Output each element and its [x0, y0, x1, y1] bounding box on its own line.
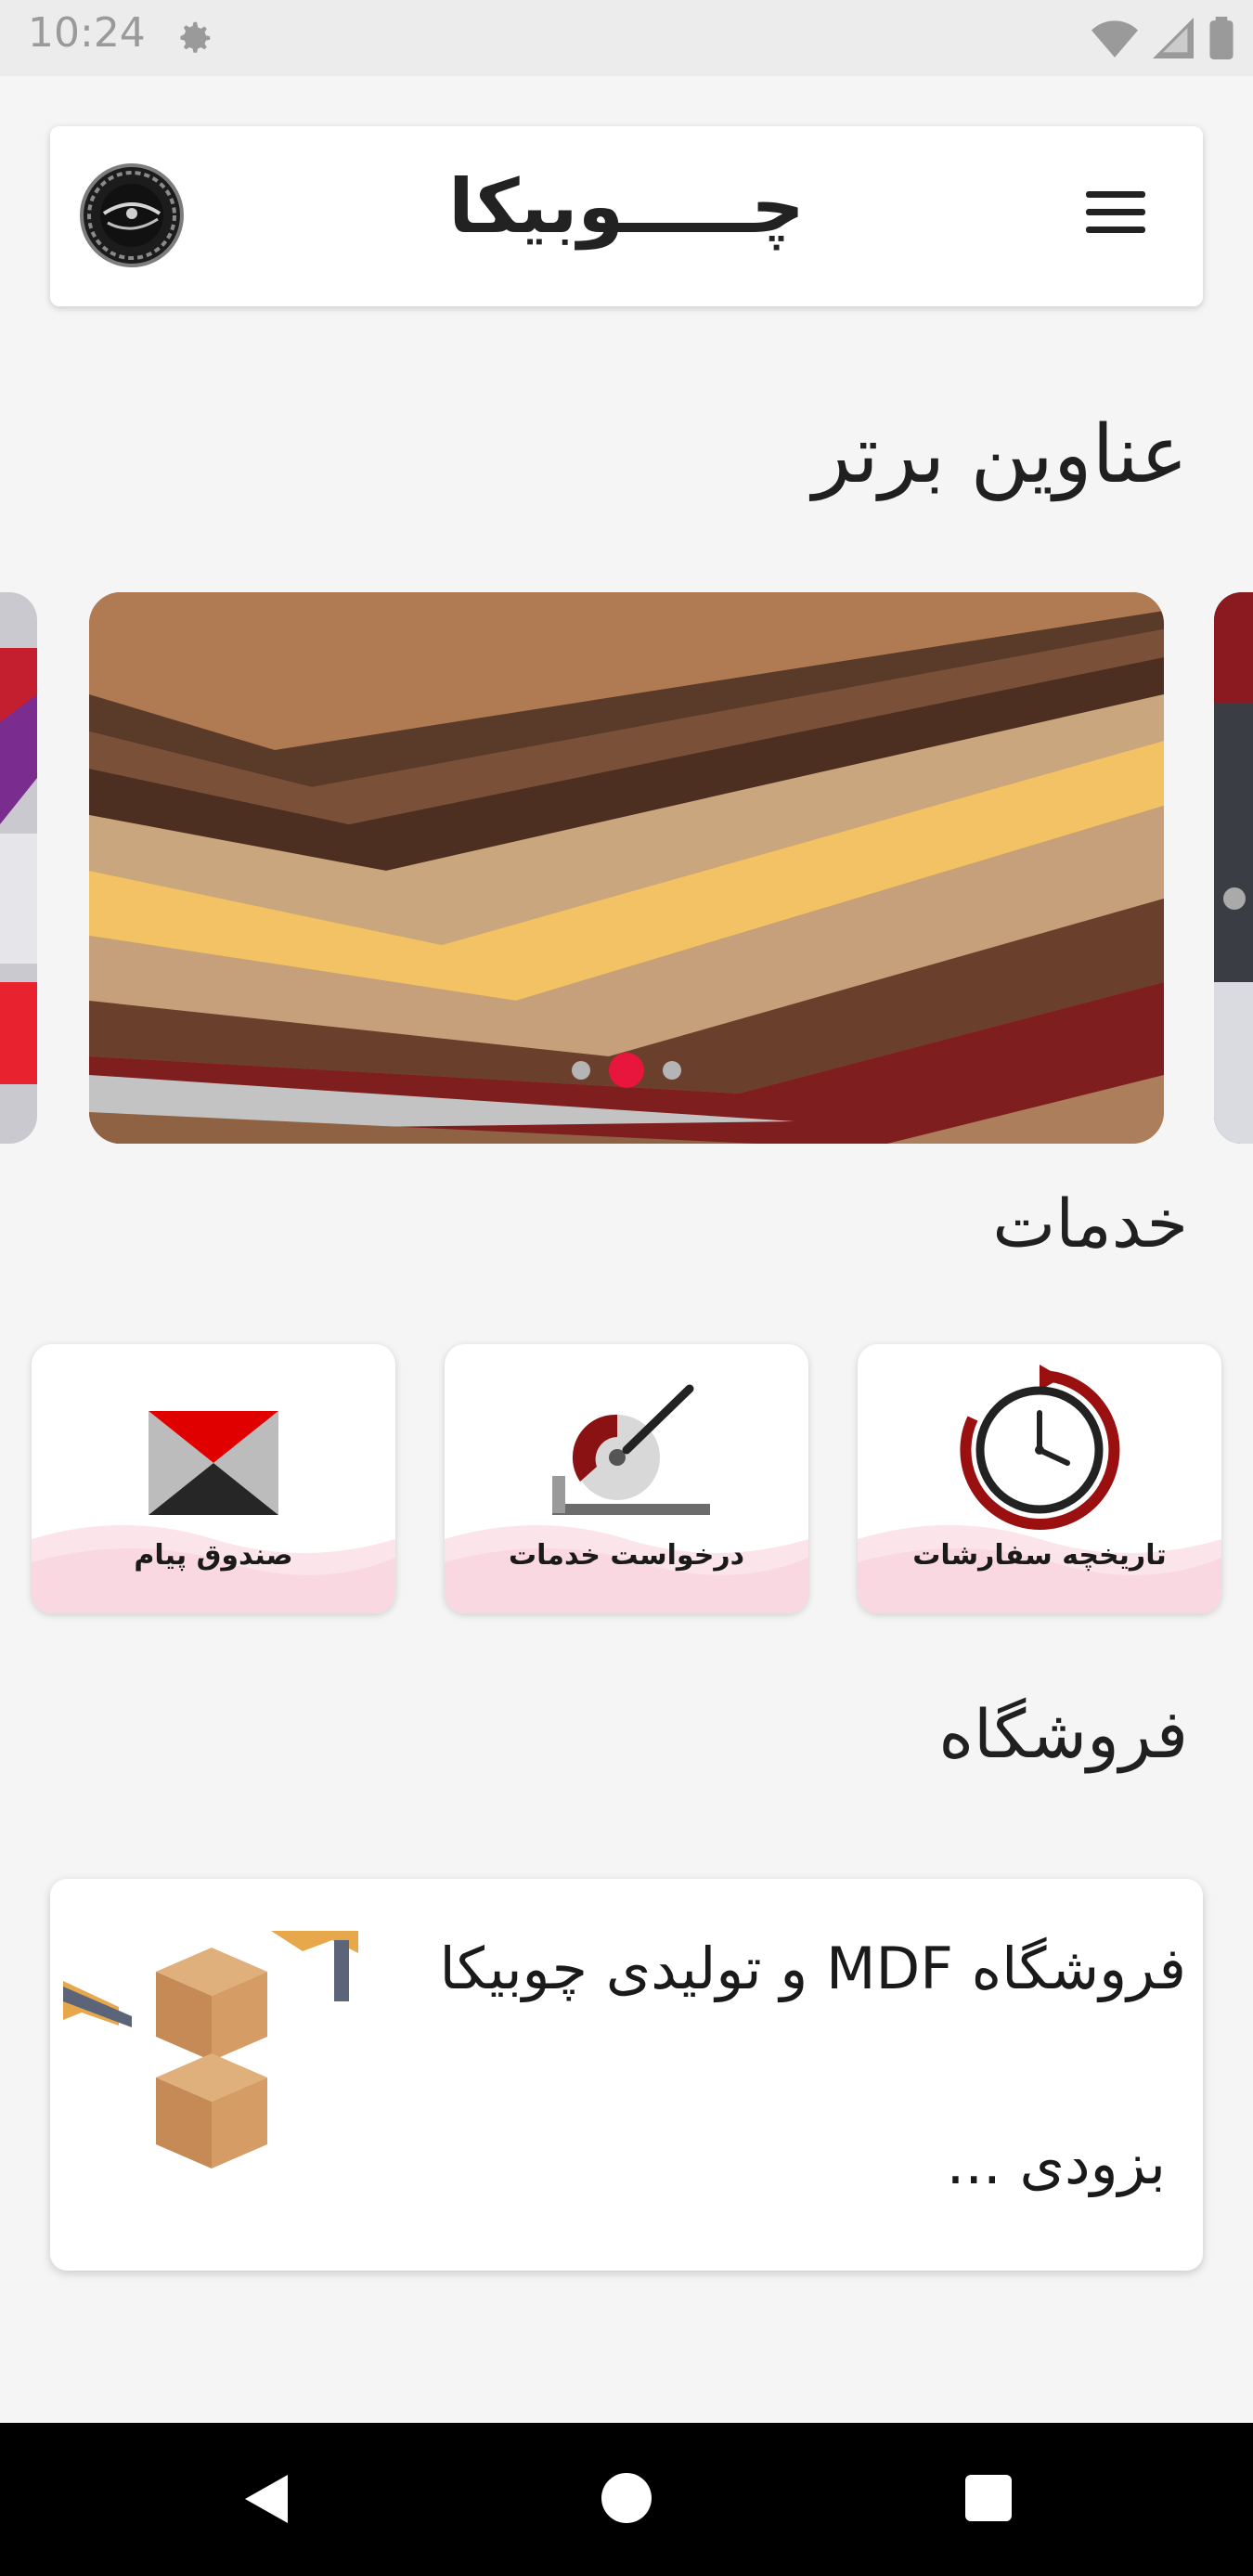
- service-label: درخواست خدمات: [508, 1539, 745, 1572]
- recent-apps-square-icon[interactable]: [965, 2475, 1012, 2521]
- carousel-dot[interactable]: [572, 1061, 590, 1080]
- carousel-dot[interactable]: [663, 1061, 681, 1080]
- back-triangle-icon[interactable]: [238, 2471, 293, 2527]
- carousel-indicator: [0, 1053, 1253, 1088]
- store-title: فروشگاه MDF و تولیدی چوبیکا: [439, 1935, 1186, 2002]
- cardboard-boxes-image: [63, 1931, 358, 2168]
- service-card-request[interactable]: درخواست خدمات: [445, 1344, 808, 1613]
- service-label: صندوق پیام: [134, 1539, 293, 1572]
- store-card[interactable]: فروشگاه MDF و تولیدی چوبیکا بزودی ...: [50, 1879, 1203, 2271]
- mail-envelope-icon: [149, 1411, 278, 1515]
- wifi-icon: [1092, 20, 1138, 58]
- signal-icon: [1153, 18, 1194, 58]
- store-heading: فروشگاه: [938, 1695, 1188, 1773]
- app-header: چـــــوبیکا: [50, 126, 1203, 306]
- status-icons: [1092, 15, 1234, 61]
- top-titles-heading: عناوین برتر: [812, 408, 1188, 501]
- status-bar: 10:24: [0, 0, 1253, 76]
- home-circle-icon[interactable]: [601, 2473, 652, 2523]
- carousel-dot-active[interactable]: [609, 1053, 644, 1088]
- battery-icon: [1209, 17, 1234, 59]
- hamburger-menu-icon[interactable]: [1086, 191, 1145, 241]
- order-history-clock-icon: [960, 1365, 1120, 1530]
- service-card-order-history[interactable]: تاریخچه سفارشات: [858, 1344, 1221, 1613]
- app-title: چـــــوبیکا: [448, 163, 805, 250]
- gear-icon: [180, 21, 211, 53]
- services-heading: خدمات: [992, 1184, 1188, 1262]
- service-label: تاریخچه سفارشات: [912, 1539, 1167, 1572]
- store-subtitle: بزودی ...: [946, 2129, 1166, 2197]
- saw-cutter-icon: [552, 1384, 710, 1515]
- service-card-mailbox[interactable]: صندوق پیام: [32, 1344, 395, 1613]
- system-nav-bar: [0, 2423, 1253, 2576]
- status-time: 10:24: [28, 9, 146, 57]
